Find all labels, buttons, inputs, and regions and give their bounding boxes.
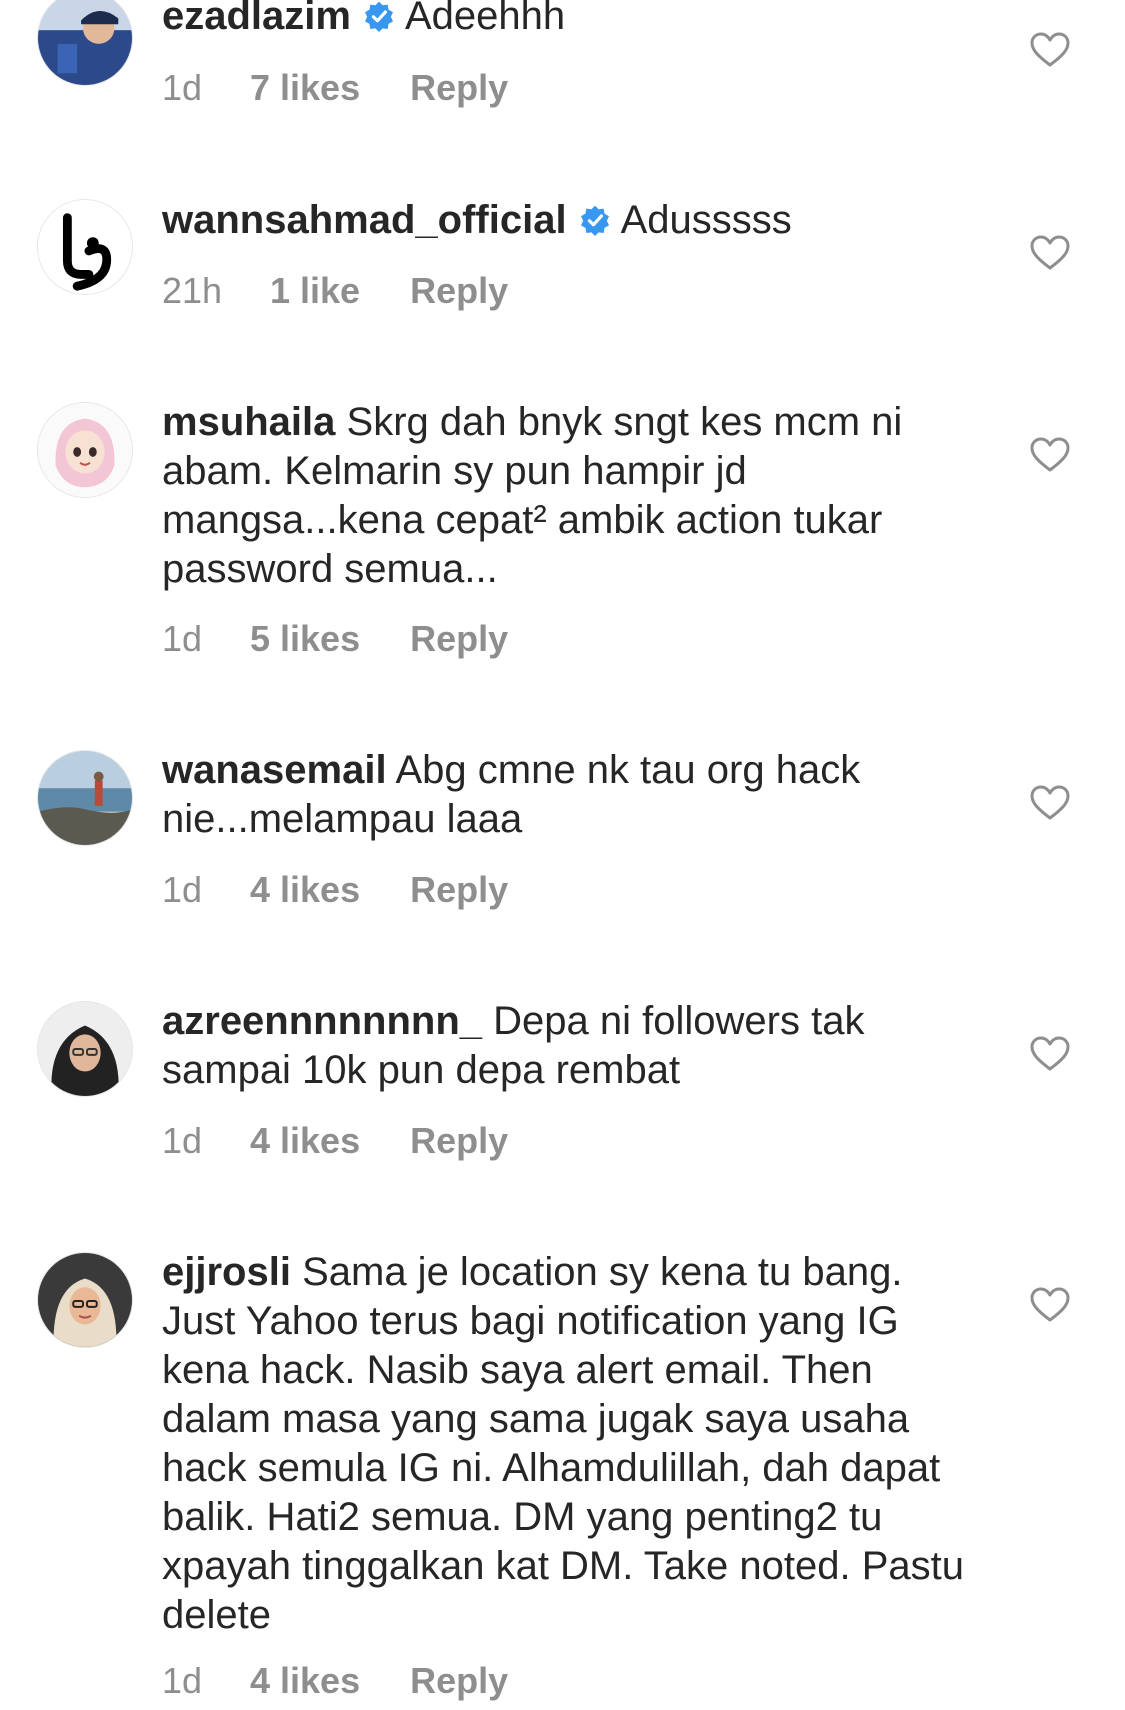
avatar[interactable] [37,750,133,846]
verified-badge-icon [579,204,611,236]
likes-count[interactable]: 7 likes [250,66,360,110]
avatar-image [38,0,132,85]
reply-button[interactable]: Reply [410,269,508,313]
comment-time: 1d [162,1660,203,1701]
heart-outline-icon[interactable] [1030,235,1070,271]
heart-outline-icon[interactable] [1030,32,1070,68]
comment-time: 1d [162,618,203,659]
reply-button[interactable]: Reply [410,617,508,661]
comment-text: Adeehhh [404,0,566,38]
likes-count[interactable]: 4 likes [250,1659,360,1703]
avatar[interactable] [37,1252,133,1348]
avatar[interactable] [37,199,133,295]
avatar-image [38,1253,132,1347]
comment-body: ezadlazim Adeehhh [162,0,982,41]
avatar[interactable] [37,402,133,498]
username[interactable]: wanasemail [162,748,387,792]
avatar[interactable] [37,0,133,86]
heart-outline-icon[interactable] [1030,1287,1070,1323]
comment-body: azreennnnnnnn_ Depa ni followers tak sam… [162,997,982,1095]
comment-meta: 1d 4 likes Reply [162,1119,508,1163]
reply-button[interactable]: Reply [410,66,508,110]
comment-body: ejjrosli Sama je location sy kena tu ban… [162,1248,982,1640]
avatar-image [38,751,132,845]
heart-outline-icon[interactable] [1030,437,1070,473]
comment-body: wannsahmad_official Adusssss [162,196,982,245]
comment-time: 1d [162,1120,203,1161]
username[interactable]: wannsahmad_official [162,198,567,242]
comment-text: Adusssss [620,198,792,242]
comment-text: Sama je location sy kena tu bang. Just Y… [162,1250,964,1637]
comment-meta: 1d 7 likes Reply [162,66,508,110]
comment-time: 1d [162,67,203,108]
comment-meta: 1d 5 likes Reply [162,617,508,661]
comment-body: msuhaila Skrg dah bnyk sngt kes mcm ni a… [162,398,982,594]
avatar[interactable] [37,1001,133,1097]
comment-body: wanasemail Abg cmne nk tau org hack nie.… [162,746,982,844]
reply-button[interactable]: Reply [410,868,508,912]
reply-button[interactable]: Reply [410,1119,508,1163]
likes-count[interactable]: 1 like [270,269,360,313]
comment-time: 1d [162,869,203,910]
comment-time: 21h [162,270,223,311]
heart-outline-icon[interactable] [1030,785,1070,821]
username[interactable]: ejjrosli [162,1250,291,1294]
comment-meta: 21h 1 like Reply [162,269,508,313]
likes-count[interactable]: 5 likes [250,617,360,661]
comment-meta: 1d 4 likes Reply [162,1659,508,1703]
likes-count[interactable]: 4 likes [250,1119,360,1163]
avatar-image [38,200,132,294]
likes-count[interactable]: 4 likes [250,868,360,912]
reply-button[interactable]: Reply [410,1659,508,1703]
heart-outline-icon[interactable] [1030,1036,1070,1072]
comment-meta: 1d 4 likes Reply [162,868,508,912]
username[interactable]: msuhaila [162,400,335,444]
verified-badge-icon [363,0,395,32]
username[interactable]: ezadlazim [162,0,351,38]
avatar-image [38,403,132,497]
username[interactable]: azreennnnnnnn_ [162,999,482,1043]
avatar-image [38,1002,132,1096]
